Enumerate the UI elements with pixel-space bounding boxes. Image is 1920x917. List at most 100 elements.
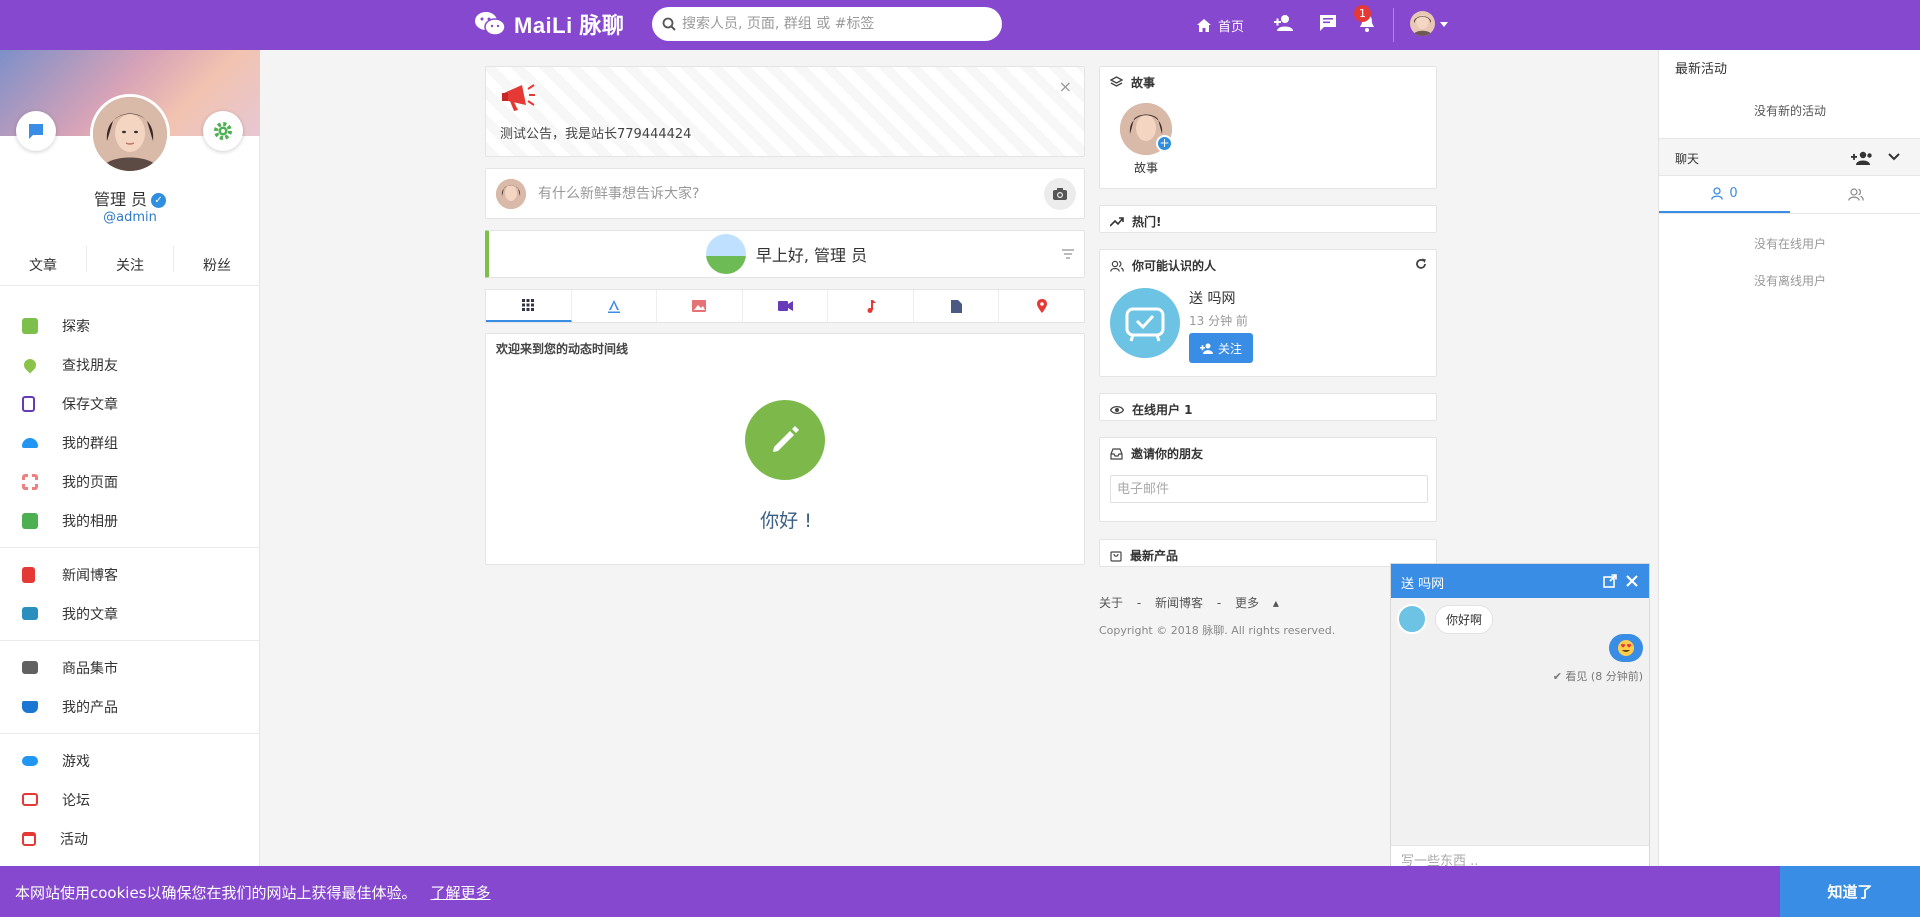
home-label: 首页 bbox=[1218, 19, 1245, 35]
forum-icon bbox=[22, 793, 38, 806]
calendar-icon bbox=[22, 831, 36, 846]
cookie-message: 本网站使用cookies以确保您在我们的网站上获得最佳体验。 bbox=[15, 884, 417, 902]
cookie-learn-more-link[interactable]: 了解更多 bbox=[431, 884, 491, 902]
tab-online-users[interactable]: 0 bbox=[1659, 176, 1790, 213]
announcement-card: 测试公告，我是站长779444424 × bbox=[485, 66, 1085, 157]
incoming-message: 你好啊 bbox=[1397, 604, 1494, 634]
announcement-text: 测试公告，我是站长779444424 bbox=[500, 127, 692, 142]
sidebar-item-my-groups[interactable]: 我的群组 bbox=[0, 423, 260, 462]
stories-widget: 故事 + 故事 bbox=[1099, 66, 1437, 189]
check-icon: ✔ bbox=[1552, 670, 1562, 683]
footer-more-label: 更多 bbox=[1235, 596, 1260, 610]
refresh-icon[interactable] bbox=[1415, 258, 1427, 270]
sidebar-item-my-pages[interactable]: 我的页面 bbox=[0, 462, 260, 501]
sidebar-item-marketplace[interactable]: 商品集市 bbox=[0, 648, 260, 687]
tab-all[interactable] bbox=[486, 290, 572, 322]
feed-hello: 你好 ! bbox=[760, 510, 812, 532]
home-icon bbox=[1197, 18, 1211, 32]
chevron-down-icon[interactable] bbox=[1888, 153, 1900, 161]
layers-icon bbox=[1110, 76, 1123, 87]
popout-icon[interactable] bbox=[1603, 574, 1617, 588]
chat-window-header[interactable]: 送 吗网 bbox=[1391, 564, 1649, 598]
online-users-title: 在线用户 1 bbox=[1132, 403, 1193, 417]
footer-link-more[interactable]: 更多 ▴ bbox=[1235, 596, 1279, 610]
follow-button[interactable]: 关注 bbox=[1189, 333, 1253, 363]
profile-handle[interactable]: @admin bbox=[0, 210, 260, 225]
post-composer[interactable] bbox=[485, 168, 1085, 219]
suggested-user-name[interactable]: 送 吗网 bbox=[1189, 288, 1235, 308]
trending-widget[interactable]: 热门! bbox=[1099, 205, 1437, 233]
image-icon bbox=[692, 300, 707, 312]
camera-button[interactable] bbox=[1044, 178, 1076, 210]
footer-link-blog[interactable]: 新闻博客 bbox=[1155, 596, 1203, 610]
top-navbar: MaiLi 脉聊 首页 1 bbox=[0, 0, 1920, 50]
footer-links: 关于 - 新闻博客 - 更多 ▴ bbox=[1099, 594, 1289, 611]
stat-followers[interactable]: 粉丝 bbox=[174, 246, 260, 274]
profile-name[interactable]: 管理 员 bbox=[94, 190, 147, 209]
no-online-users-text: 没有在线用户 bbox=[1753, 237, 1826, 251]
tab-offline-users[interactable] bbox=[1790, 176, 1920, 213]
add-story-icon[interactable]: + bbox=[1156, 135, 1173, 152]
sidebar-item-explore[interactable]: 探索 bbox=[0, 306, 260, 345]
messages-icon[interactable] bbox=[1318, 13, 1338, 33]
user-avatar[interactable] bbox=[1410, 11, 1435, 36]
search-icon bbox=[662, 17, 676, 31]
tab-location[interactable] bbox=[999, 290, 1084, 322]
sidebar-item-label: 我的相册 bbox=[62, 513, 118, 530]
widget-title-row: 在线用户 1 bbox=[1110, 401, 1193, 418]
sidebar-item-label: 查找朋友 bbox=[62, 357, 118, 374]
stat-following[interactable]: 关注 bbox=[87, 246, 174, 274]
cookie-accept-button[interactable]: 知道了 bbox=[1780, 866, 1920, 917]
search-input[interactable] bbox=[682, 16, 982, 32]
latest-products-widget[interactable]: 最新产品 bbox=[1099, 539, 1437, 567]
sidebar-item-saved-articles[interactable]: 保存文章 bbox=[0, 384, 260, 423]
profile-avatar[interactable] bbox=[90, 94, 170, 174]
sidebar-item-label: 商品集市 bbox=[62, 660, 118, 677]
composer-input[interactable] bbox=[538, 185, 1018, 202]
suggested-user-avatar[interactable] bbox=[1110, 288, 1180, 358]
dismiss-greeting-icon[interactable] bbox=[1062, 247, 1074, 259]
online-users-widget[interactable]: 在线用户 1 bbox=[1099, 393, 1437, 421]
home-link[interactable]: 首页 bbox=[1196, 0, 1244, 50]
sidebar-item-label: 新闻博客 bbox=[62, 567, 118, 584]
footer-link-about[interactable]: 关于 bbox=[1099, 596, 1123, 610]
sidebar-item-my-articles[interactable]: 我的文章 bbox=[0, 594, 260, 633]
close-icon[interactable] bbox=[1626, 575, 1638, 587]
add-contact-icon[interactable] bbox=[1851, 151, 1873, 165]
add-friend-icon[interactable] bbox=[1273, 13, 1295, 33]
chat-tabs: 0 bbox=[1659, 176, 1920, 214]
sidebar-item-forum[interactable]: 论坛 bbox=[0, 780, 260, 819]
sidebar-item-events[interactable]: 活动 bbox=[0, 819, 260, 858]
sidebar-item-news-blog[interactable]: 新闻博客 bbox=[0, 555, 260, 594]
tab-file[interactable] bbox=[914, 290, 1000, 322]
sidebar-item-find-friends[interactable]: 查找朋友 bbox=[0, 345, 260, 384]
chat-window: 送 吗网 你好啊 ✔ 看见 (8 分钟前) bbox=[1390, 563, 1650, 917]
message-button[interactable] bbox=[16, 111, 56, 151]
stat-articles[interactable]: 文章 bbox=[0, 246, 87, 274]
sidebar-item-games[interactable]: 游戏 bbox=[0, 741, 260, 780]
sidebar-item-label: 我的产品 bbox=[62, 699, 118, 716]
suggestions-widget: 你可能认识的人 送 吗网 13 分钟 前 关注 bbox=[1099, 249, 1437, 377]
brand-logo[interactable]: MaiLi 脉聊 bbox=[474, 8, 624, 40]
greeting-text: 早上好, 管理 员 bbox=[755, 246, 868, 265]
suggested-user-time: 13 分钟 前 bbox=[1189, 314, 1248, 328]
tab-photo[interactable] bbox=[657, 290, 743, 322]
cookie-message-row: 本网站使用cookies以确保您在我们的网站上获得最佳体验。 了解更多 bbox=[15, 882, 491, 903]
sidebar-item-my-albums[interactable]: 我的相册 bbox=[0, 501, 260, 540]
chat-partner-name[interactable]: 送 吗网 bbox=[1401, 573, 1444, 592]
user-menu-caret[interactable] bbox=[1440, 22, 1448, 27]
notification-badge: 1 bbox=[1354, 5, 1371, 22]
tab-video[interactable] bbox=[743, 290, 829, 322]
search-box[interactable] bbox=[652, 7, 1002, 41]
timeline-feed: 欢迎来到您的动态时间线 你好 ! bbox=[485, 333, 1085, 565]
settings-button[interactable] bbox=[203, 111, 243, 151]
flag-icon bbox=[22, 473, 38, 490]
invite-email-input[interactable] bbox=[1110, 475, 1428, 503]
sidebar-item-label: 论坛 bbox=[62, 792, 90, 809]
close-announcement-icon[interactable]: × bbox=[1059, 77, 1072, 96]
tab-music[interactable] bbox=[828, 290, 914, 322]
tab-text[interactable] bbox=[572, 290, 658, 322]
sidebar-item-my-products[interactable]: 我的产品 bbox=[0, 687, 260, 726]
grid-icon bbox=[522, 299, 535, 311]
music-note-icon bbox=[867, 299, 876, 313]
